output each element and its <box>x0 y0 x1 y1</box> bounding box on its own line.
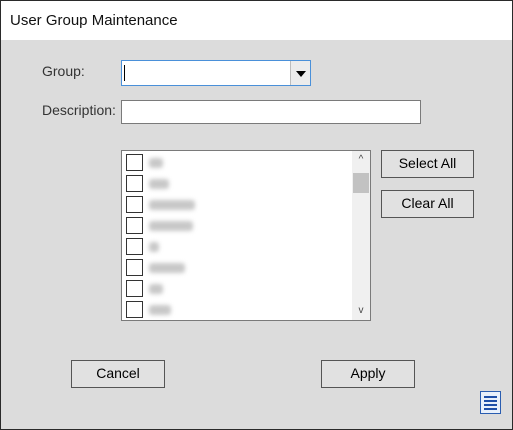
redacted-label <box>149 200 195 210</box>
checkbox[interactable] <box>126 280 143 297</box>
user-checklist[interactable]: ^ v <box>121 150 371 321</box>
list-item[interactable] <box>126 238 346 258</box>
redacted-label <box>149 263 185 273</box>
group-combobox[interactable] <box>121 60 311 86</box>
checkbox[interactable] <box>126 196 143 213</box>
clear-all-button[interactable]: Clear All <box>381 190 474 218</box>
apply-button[interactable]: Apply <box>321 360 415 388</box>
window-title: User Group Maintenance <box>10 12 178 29</box>
redacted-label <box>149 305 171 315</box>
redacted-label <box>149 179 169 189</box>
select-all-button[interactable]: Select All <box>381 150 474 178</box>
list-scrollbar[interactable]: ^ v <box>352 151 370 320</box>
checkbox[interactable] <box>126 154 143 171</box>
list-item[interactable] <box>126 259 346 279</box>
scroll-up-icon[interactable]: ^ <box>352 151 370 169</box>
checkbox[interactable] <box>126 217 143 234</box>
description-field[interactable] <box>121 100 421 124</box>
cancel-button[interactable]: Cancel <box>71 360 165 388</box>
scroll-thumb[interactable] <box>353 173 369 193</box>
redacted-label <box>149 284 163 294</box>
list-item[interactable] <box>126 301 346 320</box>
checkbox[interactable] <box>126 238 143 255</box>
list-item[interactable] <box>126 280 346 300</box>
text-caret <box>124 65 125 81</box>
user-group-maintenance-dialog: User Group Maintenance Group: Descriptio… <box>0 0 513 430</box>
title-bar: User Group Maintenance <box>1 1 512 40</box>
scroll-down-icon[interactable]: v <box>352 302 370 320</box>
list-item[interactable] <box>126 196 346 216</box>
chevron-down-icon[interactable] <box>290 61 310 85</box>
list-item[interactable] <box>126 175 346 195</box>
redacted-label <box>149 221 193 231</box>
description-label: Description: <box>42 102 116 118</box>
hamburger-menu-icon[interactable] <box>480 391 501 414</box>
group-label: Group: <box>42 63 85 79</box>
checkbox[interactable] <box>126 175 143 192</box>
list-item[interactable] <box>126 217 346 237</box>
redacted-label <box>149 242 159 252</box>
list-item[interactable] <box>126 154 346 174</box>
checkbox[interactable] <box>126 301 143 318</box>
redacted-label <box>149 158 163 168</box>
checkbox[interactable] <box>126 259 143 276</box>
